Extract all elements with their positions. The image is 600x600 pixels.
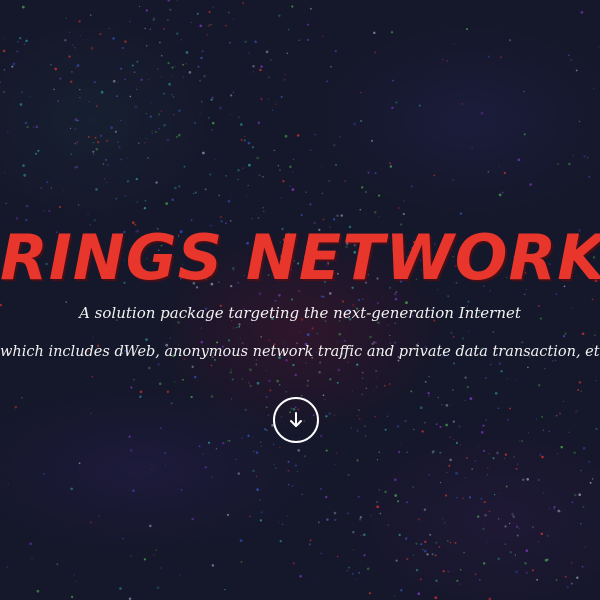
- hero-content: RINGS NETWORK A solution package targeti…: [0, 0, 600, 600]
- scroll-down-button[interactable]: [273, 397, 319, 443]
- hero-subtitle-line-2: which includes dWeb, anonymous network t…: [0, 344, 600, 360]
- hero-title: RINGS NETWORK: [0, 221, 600, 294]
- arrow-down-icon: [290, 412, 302, 427]
- hero-section: RINGS NETWORK A solution package targeti…: [0, 0, 600, 600]
- hero-subtitle-line-1: A solution package targeting the next-ge…: [79, 304, 521, 322]
